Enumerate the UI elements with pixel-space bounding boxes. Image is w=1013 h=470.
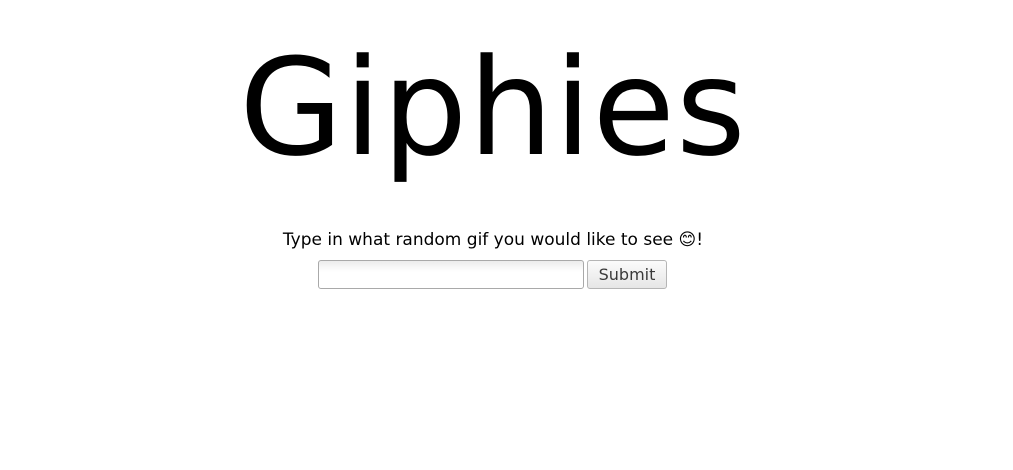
page-title: Giphies (239, 30, 747, 186)
search-form: Submit (318, 259, 667, 289)
search-prompt-text: Type in what random gif you would like t… (282, 230, 704, 250)
search-input[interactable] (318, 259, 584, 289)
page: Giphies Type in what random gif you woul… (0, 0, 1013, 470)
submit-button[interactable]: Submit (587, 259, 667, 289)
